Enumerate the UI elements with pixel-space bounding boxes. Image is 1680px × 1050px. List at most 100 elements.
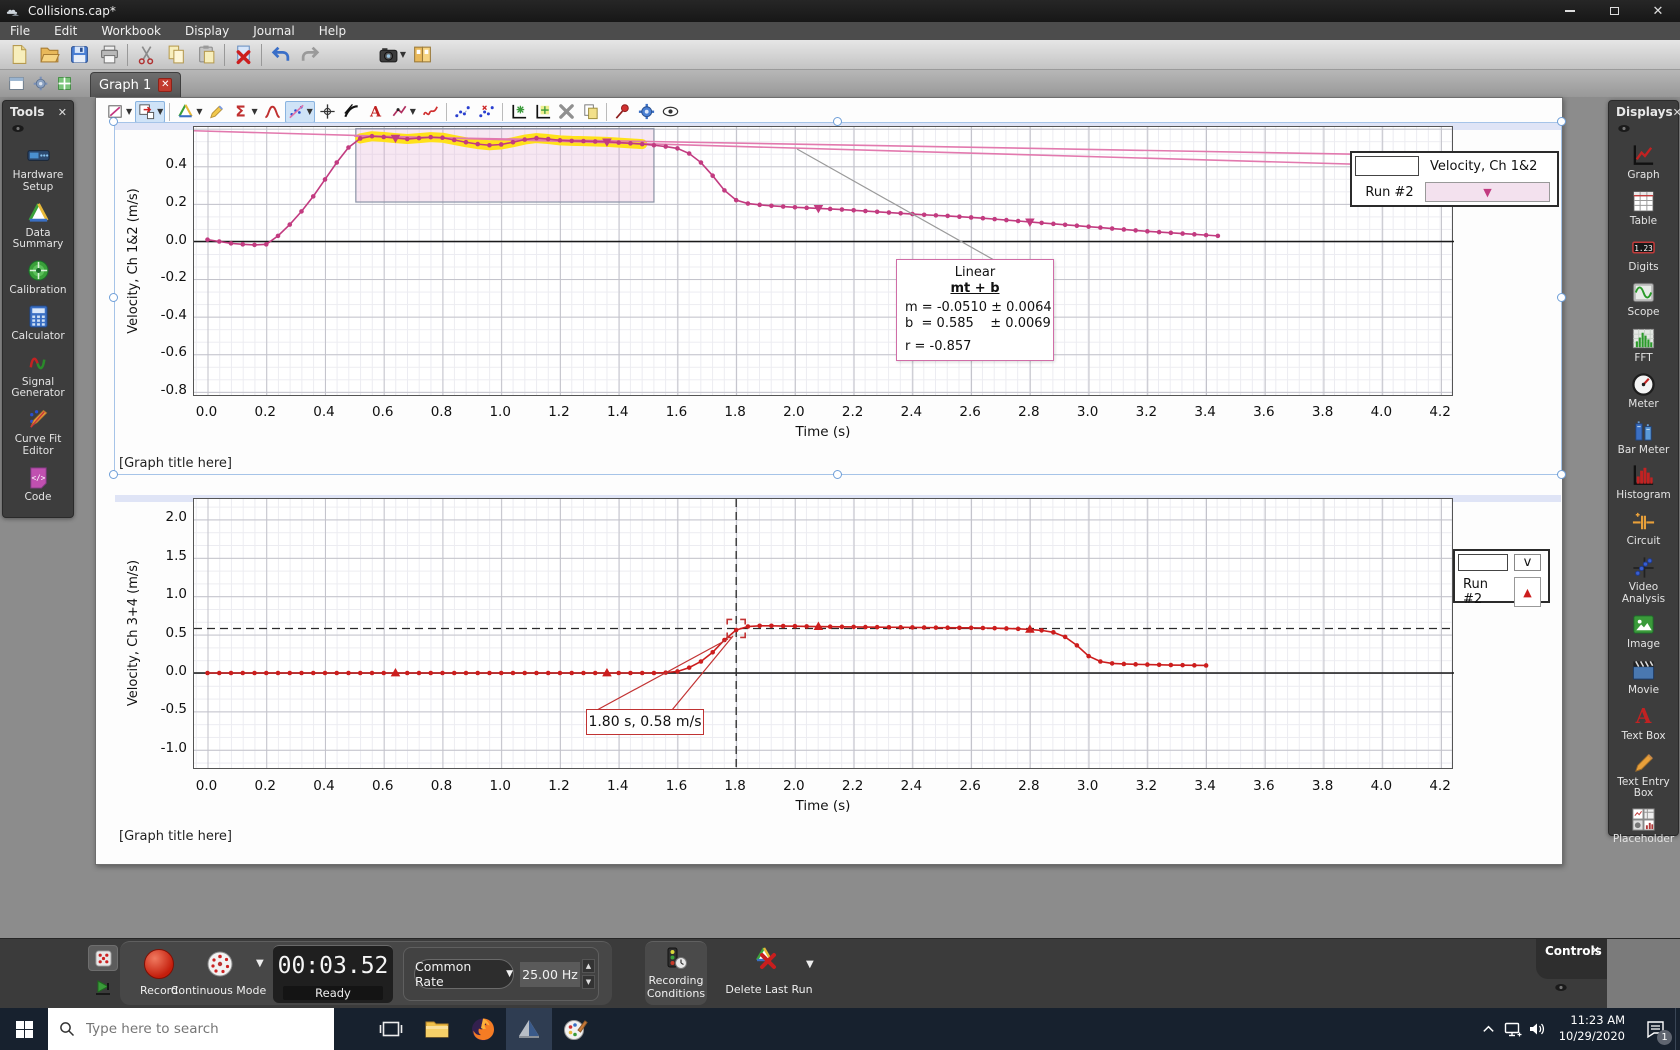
data-point[interactable] [616, 670, 621, 676]
data-point[interactable] [534, 135, 539, 141]
curve-fit-button[interactable]: ▼ [284, 100, 315, 123]
displays-panel-close-icon[interactable]: ✕ [1673, 106, 1680, 119]
data-point[interactable] [510, 139, 516, 145]
data-point[interactable] [475, 670, 481, 676]
menu-journal[interactable]: Journal [253, 24, 295, 38]
chart-plot-bottom[interactable] [193, 498, 1454, 770]
data-point[interactable] [1074, 643, 1080, 648]
tray-clock[interactable]: 11:23 AM 10/29/2020 [1559, 1013, 1625, 1044]
cut-button[interactable] [131, 42, 161, 68]
selection-handle[interactable] [833, 470, 842, 479]
data-point[interactable] [933, 625, 939, 630]
data-point[interactable] [757, 623, 762, 629]
data-point[interactable] [346, 145, 351, 150]
eye-icon[interactable] [1554, 983, 1568, 992]
data-point[interactable] [510, 670, 516, 676]
crosshair-bracket[interactable] [740, 632, 746, 639]
taskbar-app-paint-3d[interactable] [552, 1008, 598, 1050]
data-marker-triangle[interactable] [390, 668, 401, 677]
display-scope[interactable]: Scope [1609, 276, 1678, 322]
data-point[interactable] [381, 134, 387, 140]
data-point[interactable] [992, 216, 997, 222]
controls-panel-close-icon[interactable]: ✕ [1591, 944, 1600, 957]
selection-handle[interactable] [109, 470, 118, 479]
add-display-button[interactable] [53, 73, 75, 94]
data-point[interactable] [1051, 630, 1056, 635]
data-point[interactable] [874, 209, 880, 215]
new-page-button[interactable] [5, 73, 27, 94]
data-point[interactable] [299, 209, 304, 214]
chevron-down-icon[interactable]: ▼ [157, 107, 163, 116]
data-point[interactable] [416, 670, 422, 676]
display-graph[interactable]: Graph [1609, 139, 1678, 185]
data-point[interactable] [1168, 230, 1174, 236]
tool-curve-fit-editor[interactable]: Curve Fit Editor [3, 403, 73, 461]
data-point[interactable] [581, 138, 586, 144]
legend-run-label[interactable]: Run #2 [1458, 577, 1508, 607]
display-histogram[interactable]: Histogram [1609, 459, 1678, 505]
tool-signal-generator[interactable]: Signal Generator [3, 346, 73, 404]
data-point[interactable] [287, 670, 293, 676]
statistics-button[interactable]: Σ ▼ [229, 101, 259, 123]
maximize-button[interactable] [1592, 0, 1636, 22]
rate-decrease-button[interactable]: ▼ [582, 975, 595, 989]
data-point[interactable] [1074, 223, 1080, 229]
data-point[interactable] [628, 141, 633, 146]
data-point[interactable] [334, 670, 340, 676]
data-point[interactable] [698, 659, 704, 664]
data-point[interactable] [1015, 626, 1021, 632]
data-point[interactable] [863, 624, 868, 630]
data-point[interactable] [522, 137, 528, 142]
taskbar-search[interactable] [48, 1008, 334, 1050]
data-point[interactable] [252, 242, 257, 248]
data-point[interactable] [569, 670, 575, 676]
rate-mode-dropdown[interactable]: Common Rate ▼ [414, 959, 514, 989]
data-point[interactable] [851, 207, 856, 213]
data-point[interactable] [710, 649, 715, 655]
data-point[interactable] [440, 135, 445, 141]
data-point[interactable] [663, 144, 668, 149]
data-point[interactable] [804, 624, 809, 629]
chart-plot-top[interactable] [193, 126, 1455, 397]
data-point[interactable] [404, 136, 410, 142]
continuous-mode-icon[interactable] [206, 950, 234, 978]
chart-legend-bottom[interactable]: v Run #2 ▲ [1453, 549, 1550, 607]
data-point[interactable] [839, 624, 845, 630]
data-point[interactable] [957, 214, 962, 219]
data-point[interactable] [275, 670, 281, 676]
data-point[interactable] [1086, 224, 1091, 229]
highlight-data-button[interactable] [451, 101, 474, 123]
data-point[interactable] [921, 212, 927, 218]
data-point[interactable] [628, 670, 633, 676]
linear-fit-box[interactable]: Linear mt + b m = -0.0510 ± 0.0064 b = 0.58… [896, 259, 1054, 361]
data-marker-triangle[interactable] [602, 668, 612, 677]
data-point[interactable] [804, 205, 809, 211]
data-point[interactable] [545, 136, 551, 142]
chevron-down-icon[interactable]: ▼ [307, 107, 313, 116]
data-point[interactable] [651, 670, 657, 676]
data-point[interactable] [1062, 222, 1068, 228]
data-point[interactable] [968, 625, 974, 631]
data-point[interactable] [675, 146, 680, 151]
data-point[interactable] [722, 188, 727, 193]
data-point[interactable] [780, 623, 786, 629]
data-point[interactable] [910, 625, 915, 630]
chart-canvas-top[interactable] [193, 127, 1455, 397]
highlighter-button[interactable] [205, 101, 228, 123]
data-point[interactable] [440, 670, 445, 676]
scale-axes-button[interactable] [531, 101, 554, 123]
exclude-data-button[interactable] [475, 101, 498, 123]
data-point[interactable] [968, 215, 974, 220]
data-point[interactable] [745, 624, 751, 629]
data-point[interactable] [216, 670, 222, 676]
data-point[interactable] [1203, 663, 1209, 668]
data-point[interactable] [310, 670, 316, 676]
chevron-down-icon[interactable]: ▼ [251, 107, 257, 116]
save-file-button[interactable] [64, 42, 94, 68]
data-point[interactable] [1051, 221, 1056, 227]
data-point[interactable] [851, 624, 856, 630]
undo-button[interactable] [265, 42, 295, 68]
data-point[interactable] [980, 625, 986, 631]
data-point[interactable] [592, 670, 598, 676]
menu-display[interactable]: Display [185, 24, 229, 38]
